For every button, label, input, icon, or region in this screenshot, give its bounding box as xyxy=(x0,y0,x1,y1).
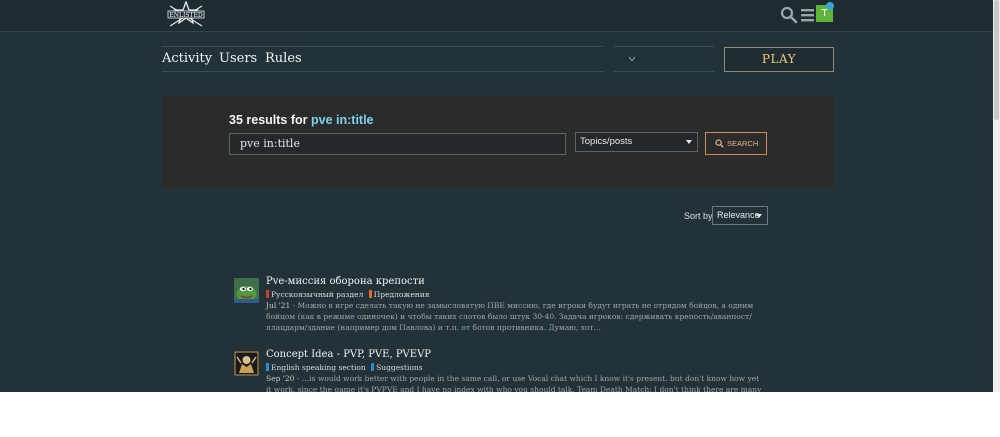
search-scope-value: Topics/posts xyxy=(580,136,633,147)
result-date: Jul '21 xyxy=(266,301,291,310)
chevron-down-icon xyxy=(628,56,636,62)
svg-text:ENLISTED: ENLISTED xyxy=(169,12,202,19)
search-icon xyxy=(715,139,724,148)
scrollbar-thumb[interactable] xyxy=(994,0,999,120)
results-heading: 35 results for pve in:title xyxy=(229,113,374,127)
category-color-swatch xyxy=(368,290,372,298)
search-icon[interactable] xyxy=(780,6,798,24)
category-color-swatch xyxy=(266,290,269,298)
caret-down-icon xyxy=(756,214,762,218)
result-excerpt: Jul '21 - Можно в игре сделать такую не … xyxy=(266,300,766,334)
nav-item-activity[interactable]: Activity xyxy=(162,51,212,66)
author-avatar[interactable] xyxy=(234,278,259,303)
result-excerpt: Sep '20 - …is would work better with peo… xyxy=(266,373,766,392)
result-tags: Русскоязычный раздел Предложения xyxy=(266,290,433,299)
sort-select[interactable]: Relevance xyxy=(712,206,768,225)
category-tag[interactable]: Suggestions xyxy=(371,363,423,372)
category-color-swatch xyxy=(266,363,269,371)
result-blurb: - …is would work better with people in t… xyxy=(266,374,762,392)
result-title[interactable]: Concept Idea - PVP, PVE, PVEVP xyxy=(266,349,431,360)
search-scope-select[interactable]: Topics/posts xyxy=(575,132,698,152)
sort-value: Relevance xyxy=(717,210,760,220)
result-title[interactable]: Pve-миссия оборона крепости xyxy=(266,276,425,287)
category-tag-label: English speaking section xyxy=(271,363,366,372)
category-dropdown[interactable] xyxy=(614,46,714,72)
category-tag-label: Русскоязычный раздел xyxy=(271,290,364,299)
enlisted-logo[interactable]: ENLISTED xyxy=(166,0,206,29)
hamburger-menu-icon[interactable] xyxy=(799,6,817,24)
site-header: ENLISTED T xyxy=(0,0,993,32)
author-avatar[interactable] xyxy=(234,351,259,376)
sort-label: Sort by xyxy=(684,211,713,221)
result-blurb: - Можно в игре сделать такую не замыслов… xyxy=(266,301,754,333)
results-count: 35 results for xyxy=(229,113,308,127)
notification-badge xyxy=(826,2,834,10)
page: ENLISTED T Activity Users Rules PLAY 35 … xyxy=(0,0,993,392)
main-nav: Activity Users Rules xyxy=(162,46,604,72)
search-button[interactable]: SEARCH xyxy=(705,132,767,155)
category-tag-label: Suggestions xyxy=(376,363,423,372)
page-scrollbar[interactable] xyxy=(993,0,1000,392)
results-query: pve in:title xyxy=(311,113,374,127)
play-button[interactable]: PLAY xyxy=(724,47,834,72)
caret-down-icon xyxy=(686,140,692,144)
search-panel: 35 results for pve in:title pve in:title… xyxy=(162,96,834,189)
nav-item-rules[interactable]: Rules xyxy=(265,51,302,66)
result-date: Sep '20 xyxy=(266,374,295,383)
user-avatar-letter: T xyxy=(821,8,828,19)
search-input[interactable]: pve in:title xyxy=(229,133,566,155)
category-tag[interactable]: Русскоязычный раздел xyxy=(266,290,363,299)
category-tag[interactable]: Предложения xyxy=(368,290,430,299)
result-tags: English speaking section Suggestions xyxy=(266,363,426,372)
category-color-swatch xyxy=(371,363,375,371)
search-button-label: SEARCH xyxy=(727,139,759,148)
category-tag[interactable]: English speaking section xyxy=(266,363,366,372)
category-tag-label: Предложения xyxy=(373,290,430,299)
nav-item-users[interactable]: Users xyxy=(219,51,257,66)
